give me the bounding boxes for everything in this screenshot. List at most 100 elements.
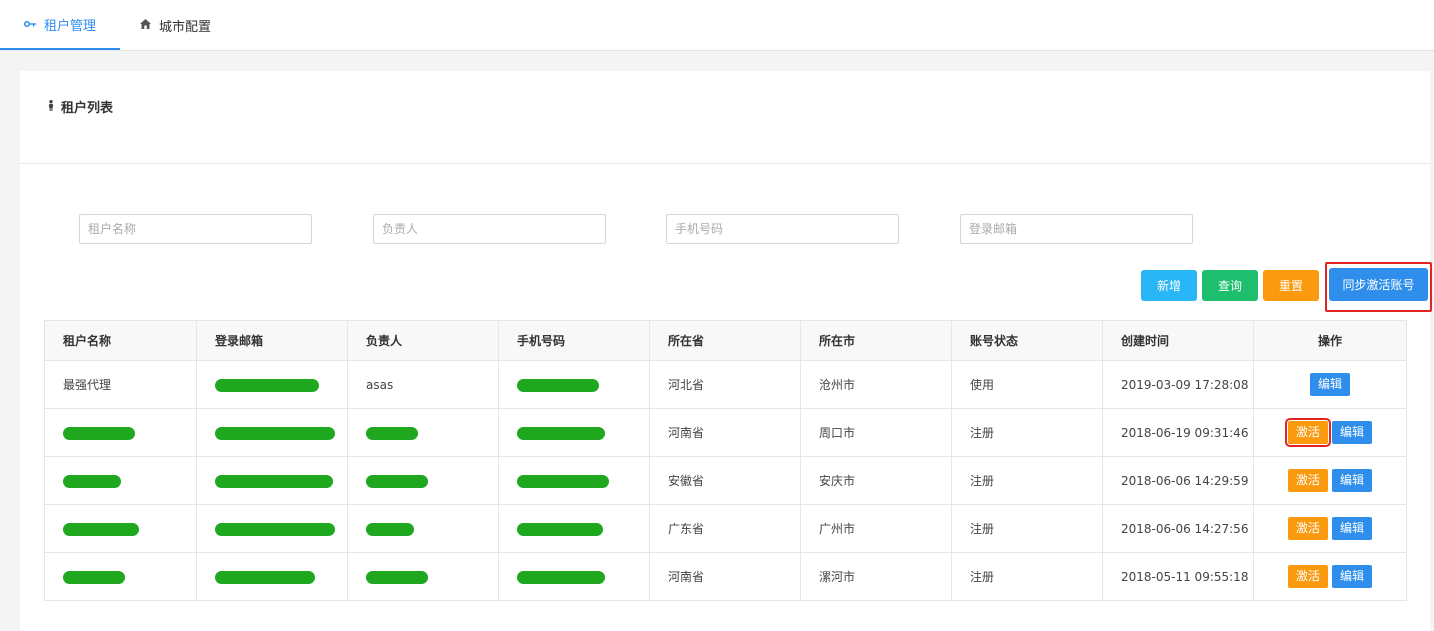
actions-cell: 激活 编辑 — [1253, 456, 1407, 505]
city-cell: 安庆市 — [800, 456, 952, 505]
redaction-mark — [63, 426, 135, 440]
status-cell: 使用 — [951, 360, 1103, 409]
home-icon — [140, 18, 151, 32]
created-cell: 2018-06-06 14:29:59 — [1102, 456, 1254, 505]
email-cell — [196, 360, 348, 409]
tab-city-config[interactable]: 城市配置 — [140, 0, 211, 50]
redaction-mark — [215, 426, 335, 440]
new-button[interactable]: 新增 — [1141, 270, 1197, 301]
redaction-mark — [366, 474, 428, 488]
status-cell: 注册 — [951, 408, 1103, 457]
column-header: 手机号码 — [498, 320, 650, 361]
status-cell: 注册 — [951, 552, 1103, 601]
column-header: 操作 — [1253, 320, 1407, 361]
panel-title: 租户列表 — [48, 97, 113, 116]
phone-cell — [498, 456, 650, 505]
created-cell: 2018-06-19 09:31:46 — [1102, 408, 1254, 457]
edit-button[interactable]: 编辑 — [1309, 373, 1350, 396]
tenant-table: 租户名称 登录邮箱 负责人 手机号码 所在省 所在市 账号状态 创建时间 操作 … — [44, 320, 1407, 601]
owner-cell — [347, 552, 499, 601]
redaction-mark — [366, 522, 414, 536]
owner-cell: asas — [347, 360, 499, 409]
redaction-mark — [517, 522, 603, 536]
sync-activate-button[interactable]: 同步激活账号 — [1329, 268, 1428, 301]
redaction-mark — [366, 570, 428, 584]
province-cell: 安徽省 — [649, 456, 801, 505]
phone-input[interactable] — [666, 214, 899, 244]
city-cell: 漯河市 — [800, 552, 952, 601]
actions-cell: 激活 编辑 — [1253, 552, 1407, 601]
edit-button[interactable]: 编辑 — [1332, 469, 1373, 492]
panel-header: 租户列表 — [20, 71, 1430, 164]
activate-button[interactable]: 激活 — [1284, 418, 1332, 447]
redaction-mark — [517, 378, 599, 392]
actions-cell: 激活 编辑 — [1253, 504, 1407, 553]
redaction-mark — [215, 570, 315, 584]
redaction-mark — [366, 426, 418, 440]
owner-input[interactable] — [373, 214, 606, 244]
email-input[interactable] — [960, 214, 1193, 244]
tab-label: 城市配置 — [159, 19, 212, 35]
person-icon — [48, 99, 54, 114]
owner-cell — [347, 504, 499, 553]
email-cell — [196, 408, 348, 457]
reset-button[interactable]: 重置 — [1263, 270, 1319, 301]
created-cell: 2018-06-06 14:27:56 — [1102, 504, 1254, 553]
column-header: 账号状态 — [951, 320, 1103, 361]
city-cell: 周口市 — [800, 408, 952, 457]
column-header: 所在省 — [649, 320, 801, 361]
edit-button[interactable]: 编辑 — [1332, 517, 1373, 540]
edit-button[interactable]: 编辑 — [1332, 421, 1373, 444]
created-cell: 2018-05-11 09:55:18 — [1102, 552, 1254, 601]
redaction-mark — [215, 474, 333, 488]
owner-cell — [347, 456, 499, 505]
column-header: 租户名称 — [44, 320, 197, 361]
tenant-name-cell — [44, 504, 197, 553]
tab-label: 租户管理 — [43, 18, 96, 34]
phone-cell — [498, 504, 650, 553]
redaction-mark — [63, 570, 125, 584]
redaction-mark — [215, 378, 319, 392]
province-cell: 广东省 — [649, 504, 801, 553]
tenant-name-cell — [44, 408, 197, 457]
city-cell: 沧州市 — [800, 360, 952, 409]
tenant-name-cell — [44, 552, 197, 601]
city-cell: 广州市 — [800, 504, 952, 553]
table-row: 河南省 周口市 注册 2018-06-19 09:31:46 激活 编辑 — [44, 408, 1407, 457]
province-cell: 河南省 — [649, 552, 801, 601]
table-row: 安徽省 安庆市 注册 2018-06-06 14:29:59 激活 编辑 — [44, 456, 1407, 505]
activate-button[interactable]: 激活 — [1287, 565, 1328, 588]
panel-title-text: 租户列表 — [61, 101, 114, 116]
redaction-mark — [517, 426, 605, 440]
top-tab-bar: 租户管理 城市配置 — [0, 0, 1434, 51]
redaction-mark — [215, 522, 335, 536]
activate-button[interactable]: 激活 — [1287, 517, 1328, 540]
redaction-mark — [517, 570, 605, 584]
email-cell — [196, 552, 348, 601]
redaction-mark — [517, 474, 609, 488]
status-cell: 注册 — [951, 456, 1103, 505]
key-icon — [23, 18, 36, 31]
tenant-name-input[interactable] — [79, 214, 312, 244]
email-cell — [196, 504, 348, 553]
activate-button[interactable]: 激活 — [1287, 469, 1328, 492]
table-row: 河南省 漯河市 注册 2018-05-11 09:55:18 激活 编辑 — [44, 552, 1407, 601]
redaction-mark — [63, 522, 139, 536]
column-header: 所在市 — [800, 320, 952, 361]
column-header: 登录邮箱 — [196, 320, 348, 361]
phone-cell — [498, 552, 650, 601]
tenant-name-cell — [44, 456, 197, 505]
edit-button[interactable]: 编辑 — [1332, 565, 1373, 588]
email-cell — [196, 456, 348, 505]
table-row: 广东省 广州市 注册 2018-06-06 14:27:56 激活 编辑 — [44, 504, 1407, 553]
redaction-mark — [63, 474, 121, 488]
tab-tenant-management[interactable]: 租户管理 — [0, 0, 120, 50]
table-header-row: 租户名称 登录邮箱 负责人 手机号码 所在省 所在市 账号状态 创建时间 操作 — [44, 320, 1407, 361]
province-cell: 河北省 — [649, 360, 801, 409]
query-button[interactable]: 查询 — [1202, 270, 1258, 301]
phone-cell — [498, 360, 650, 409]
tenant-name-cell: 最强代理 — [44, 360, 197, 409]
status-cell: 注册 — [951, 504, 1103, 553]
phone-cell — [498, 408, 650, 457]
province-cell: 河南省 — [649, 408, 801, 457]
